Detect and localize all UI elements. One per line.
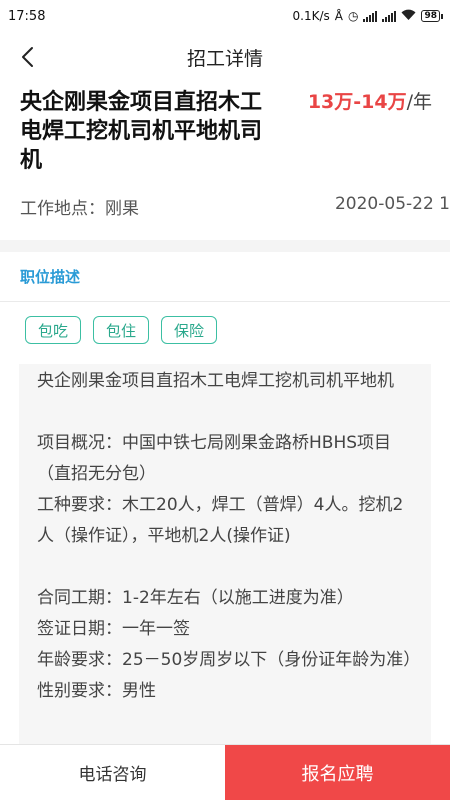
job-description: 央企刚果金项目直招木工电焊工挖机司机平地机 项目概况：中国中铁七局刚果金路桥HB… [19,364,431,764]
status-time: 17:58 [8,8,46,24]
description-line [37,397,413,428]
chevron-left-icon[interactable] [16,44,42,70]
description-line: 工种要求：木工20人，焊工（普焊）4人。挖机2人（操作证），平地机2人(操作证) [37,495,404,546]
network-speed: 0.1K/s [292,9,330,23]
salary-amount: 13万-14万 [307,91,407,113]
description-line: 项目概况：中国中铁七局刚果金路桥HBHS项目（直招无分包） [37,433,392,484]
nav-bar: 招工详情 [0,32,450,82]
bluetooth-icon: Å [334,9,343,23]
description-line [37,552,413,583]
job-location: 工作地点：刚果 [20,199,139,219]
page-title: 招工详情 [186,47,263,70]
signal-icon [382,10,397,22]
apply-button[interactable]: 报名应聘 [225,745,450,800]
phone-consult-button[interactable]: 电话咨询 [0,745,225,800]
battery-icon: 98 [421,10,443,22]
section-title: 职位描述 [0,252,450,302]
salary-unit: /年 [406,91,432,113]
post-date: 2020-05-22 1 [334,194,450,214]
signal-icon [363,10,378,22]
job-meta: 工作地点：刚果 2020-05-22 1 [20,194,450,219]
alarm-icon: ◷ [347,9,359,23]
tag-housing: 包住 [93,316,150,344]
description-line: 年龄要求：25－50岁周岁以下（身份证年龄为准） [37,650,421,670]
status-bar: 17:58 0.1K/s Å ◷ 98 [0,0,450,32]
bottom-action-bar: 电话咨询 报名应聘 [0,744,450,800]
section-divider [0,240,450,252]
tag-meals: 包吃 [25,316,82,344]
salary: 13万-14万/年 [308,87,432,114]
description-line: 央企刚果金项目直招木工电焊工挖机司机平地机 [37,371,394,391]
status-icons: 0.1K/s Å ◷ 98 [292,9,443,24]
job-title: 央企刚果金项目直招木工电焊工挖机司机平地机司机 [20,90,263,173]
description-line: 签证日期：一年一签 [37,619,190,639]
description-line: 合同工期：1-2年左右（以施工进度为准） [37,588,354,608]
wifi-icon [401,9,416,24]
job-header: 央企刚果金项目直招木工电焊工挖机司机平地机司机 13万-14万/年 工作地点：刚… [0,82,450,240]
tag-insurance: 保险 [161,316,218,344]
benefit-tags: 包吃 包住 保险 [0,302,450,362]
description-line: 性别要求：男性 [37,681,156,701]
